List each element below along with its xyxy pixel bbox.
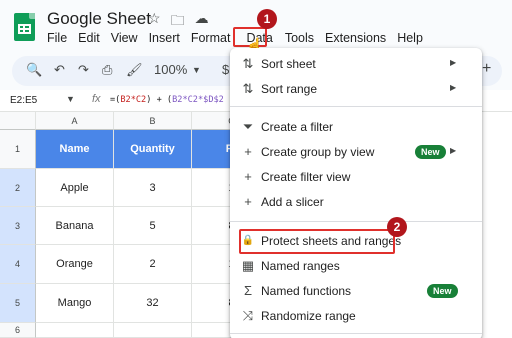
- table-cell[interactable]: 32: [114, 284, 192, 323]
- menu-item-create-filter-view[interactable]: + Create filter view: [230, 165, 482, 189]
- menu-item-label: Add a slicer: [261, 195, 324, 209]
- filter-icon: ⏷: [242, 119, 254, 134]
- name-box-chevron-icon[interactable]: ▼: [66, 94, 75, 104]
- row-header-6[interactable]: 6: [0, 323, 36, 338]
- fx-icon: fx: [92, 93, 101, 105]
- sort-icon: ⇅: [242, 81, 254, 96]
- menu-item-named-ranges[interactable]: ▦ Named ranges: [230, 254, 482, 278]
- select-all-corner[interactable]: [0, 112, 36, 130]
- name-box[interactable]: E2:E5: [10, 95, 37, 106]
- menu-extensions[interactable]: Extensions: [325, 31, 386, 45]
- table-cell[interactable]: Apple: [36, 169, 114, 207]
- menu-help[interactable]: Help: [397, 31, 423, 45]
- table-cell[interactable]: Orange: [36, 245, 114, 284]
- table-header-cell[interactable]: Quantity: [114, 130, 192, 169]
- menu-file[interactable]: File: [47, 31, 67, 45]
- currency-format-button[interactable]: $: [222, 62, 229, 77]
- table-cell[interactable]: 5: [114, 207, 192, 245]
- row-header-1[interactable]: 1: [0, 130, 36, 169]
- menu-item-create-group-by-view[interactable]: + Create group by view New ▶: [230, 140, 482, 164]
- table-cell[interactable]: 2: [114, 245, 192, 284]
- formula-input[interactable]: =(B2*C2) + (B2*C2*$D$2: [110, 95, 224, 105]
- row-header-3[interactable]: 3: [0, 207, 36, 245]
- menu-item-label: Create group by view: [261, 145, 375, 159]
- row-header-4[interactable]: 4: [0, 245, 36, 284]
- menu-item-label: Named functions: [261, 284, 352, 298]
- menu-item-named-functions[interactable]: Σ Named functions New: [230, 279, 482, 303]
- menu-insert[interactable]: Insert: [149, 31, 180, 45]
- submenu-arrow-icon: ▶: [450, 58, 457, 67]
- menu-item-label: Sort range: [261, 82, 318, 96]
- row-header-5[interactable]: 5: [0, 284, 36, 323]
- menu-item-label: Randomize range: [261, 309, 356, 323]
- menu-item-label: Create filter view: [261, 170, 351, 184]
- menu-format[interactable]: Format: [191, 31, 231, 45]
- zoom-select[interactable]: 100%: [154, 62, 187, 77]
- menu-item-sort-sheet[interactable]: ⇅ Sort sheet ▶: [230, 52, 482, 76]
- table-header-cell[interactable]: Name: [36, 130, 114, 169]
- sort-icon: ⇅: [242, 56, 254, 71]
- menu-divider: [230, 333, 482, 334]
- menu-item-randomize-range[interactable]: ⤨ Randomize range: [230, 304, 482, 328]
- submenu-arrow-icon: ▶: [450, 146, 457, 155]
- paint-format-icon[interactable]: 🖌: [126, 62, 143, 78]
- menu-tools[interactable]: Tools: [285, 31, 314, 45]
- table-cell[interactable]: Mango: [36, 284, 114, 323]
- formula-ref-2: B2*C2*$D$2: [172, 95, 224, 105]
- document-title[interactable]: Google Sheet: [47, 9, 151, 29]
- menu-item-label: Sort sheet: [261, 57, 316, 71]
- protect-item-highlight: [239, 229, 395, 254]
- menu-item-label: Named ranges: [261, 259, 340, 273]
- new-badge: New: [415, 145, 446, 159]
- menu-divider: [230, 221, 482, 222]
- plus-icon: +: [244, 194, 252, 209]
- plus-icon: +: [244, 169, 252, 184]
- menu-view[interactable]: View: [111, 31, 138, 45]
- zoom-chevron-down-icon[interactable]: ▼: [192, 65, 201, 75]
- named-ranges-icon: ▦: [241, 258, 255, 273]
- formula-ref-1: B2*C2: [120, 95, 147, 105]
- row-header-2[interactable]: 2: [0, 169, 36, 207]
- step-badge-1: 1: [257, 9, 277, 29]
- table-cell[interactable]: [114, 323, 192, 338]
- menu-item-add-slicer[interactable]: + Add a slicer: [230, 190, 482, 214]
- data-dropdown-menu: ⇅ Sort sheet ▶ ⇅ Sort range ▶ ⏷ Create a…: [230, 48, 482, 338]
- search-icon[interactable]: 🔍: [26, 62, 42, 78]
- plus-icon: +: [244, 144, 252, 159]
- table-cell[interactable]: [36, 323, 114, 338]
- submenu-arrow-icon: ▶: [450, 83, 457, 92]
- step-badge-2: 2: [387, 217, 407, 237]
- sigma-icon: Σ: [243, 283, 253, 298]
- shuffle-icon: ⤨: [242, 308, 254, 323]
- undo-icon[interactable]: ↶: [54, 62, 65, 78]
- formula-part: =(: [110, 95, 121, 105]
- column-header-a[interactable]: A: [36, 112, 114, 130]
- menu-item-label: Create a filter: [261, 120, 334, 134]
- menu-divider: [230, 106, 482, 107]
- menu-item-sort-range[interactable]: ⇅ Sort range ▶: [230, 77, 482, 101]
- new-badge: New: [427, 284, 458, 298]
- font-size-increase-button[interactable]: +: [482, 60, 491, 78]
- column-header-b[interactable]: B: [114, 112, 192, 130]
- redo-icon[interactable]: ↷: [78, 62, 89, 78]
- menu-edit[interactable]: Edit: [78, 31, 100, 45]
- sheets-logo-icon[interactable]: [14, 13, 35, 41]
- print-icon[interactable]: ⎙: [102, 62, 112, 78]
- table-cell[interactable]: 3: [114, 169, 192, 207]
- menu-item-create-filter[interactable]: ⏷ Create a filter: [230, 115, 482, 139]
- formula-part: ) + (: [146, 95, 173, 105]
- table-cell[interactable]: Banana: [36, 207, 114, 245]
